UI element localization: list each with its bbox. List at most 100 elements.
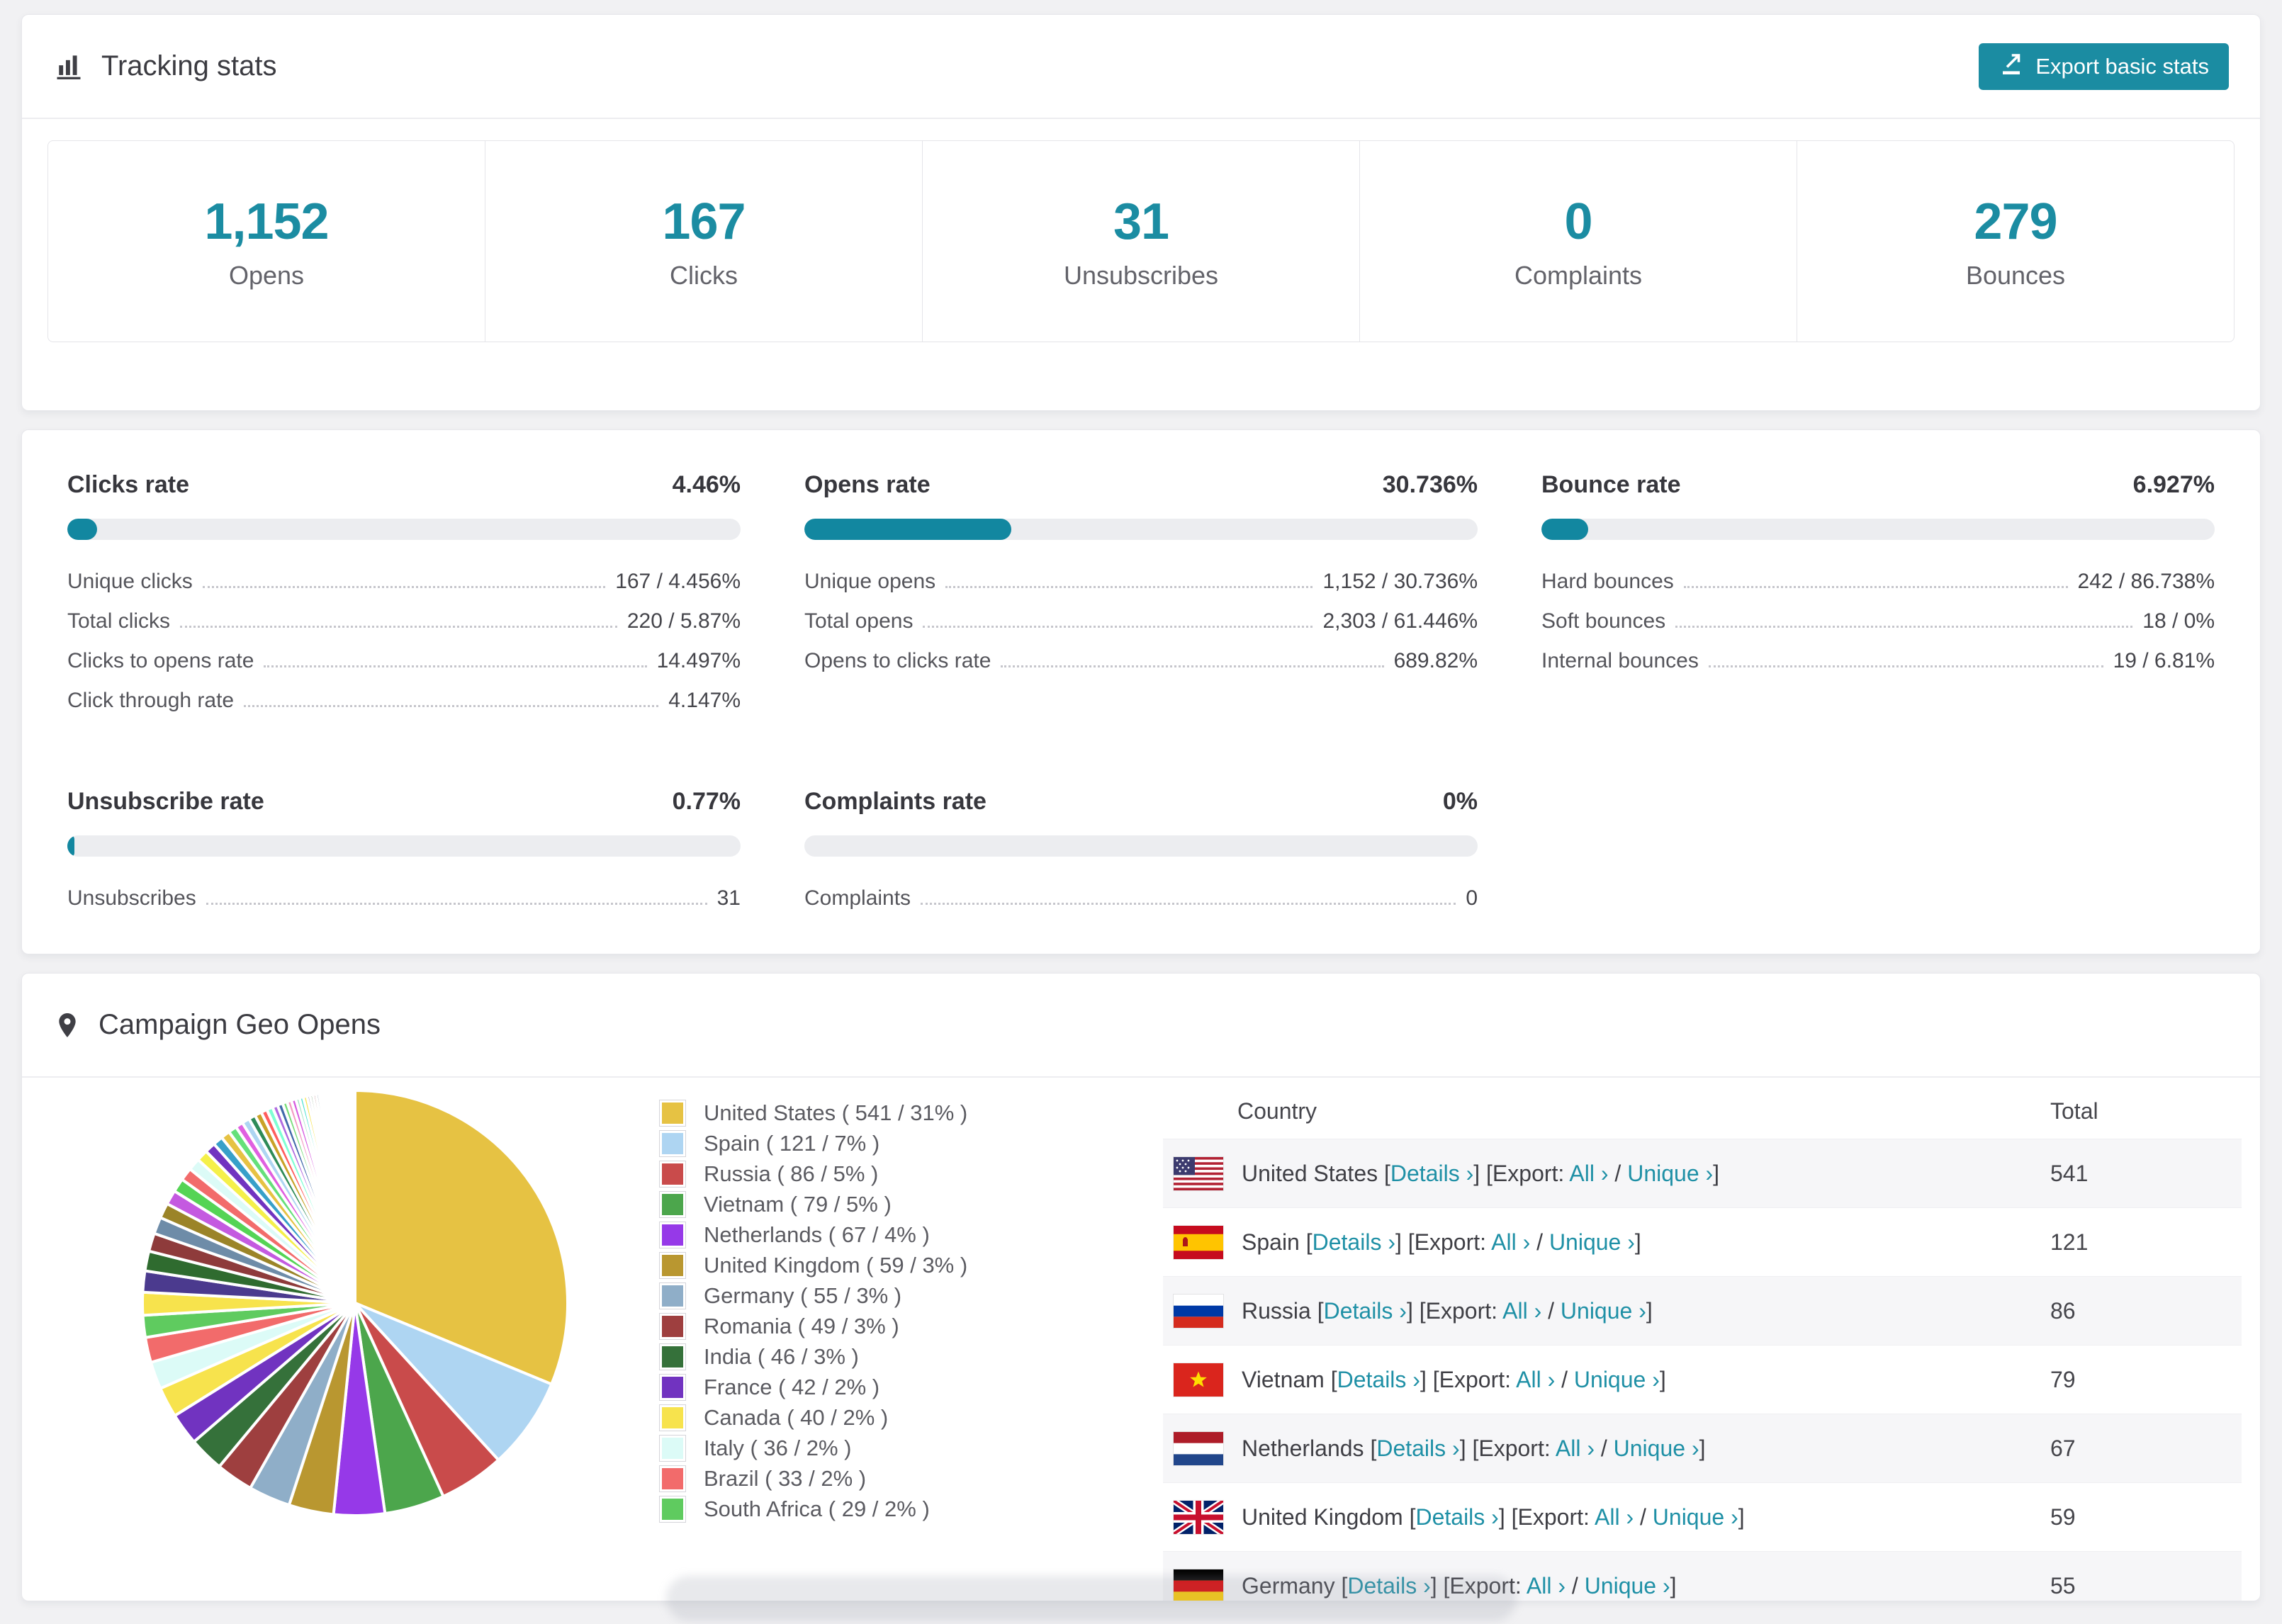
details-link[interactable]: Details › [1415,1504,1498,1530]
progress-fill-bounce-rate [1541,519,1588,540]
stat-card-clicks: 167 Clicks [485,141,922,342]
details-link[interactable]: Details › [1313,1229,1395,1255]
metric-label-total-opens: Total opens [804,609,914,633]
rate-block-unsubscribe-rate: Unsubscribe rate 0.77% Unsubscribes 31 [67,788,741,926]
metric-row-unique-clicks: Unique clicks 167 / 4.456% [67,570,741,609]
legend-item-canada: Canada ( 40 / 2% ) [659,1402,993,1433]
stats-summary-row: 1,152 Opens 167 Clicks 31 Unsubscribes 0 Compla… [47,140,2235,342]
geo-table-rows: United States [Details ›] [Export: All ›… [1163,1139,2242,1601]
dotted-leader [1675,626,2133,628]
table-row-russia: Russia [Details ›] [Export: All › / Uniq… [1163,1276,2242,1345]
metric-label-unique-opens: Unique opens [804,570,936,593]
metric-value-unique-opens: 1,152 / 30.736% [1322,570,1478,593]
dotted-leader [244,705,659,707]
legend-swatch-france [659,1373,686,1401]
legend-item-france: France ( 42 / 2% ) [659,1372,993,1402]
progress-bar-opens-rate [804,519,1478,540]
export-unique-link[interactable]: Unique › [1561,1298,1646,1324]
export-unique-link[interactable]: Unique › [1614,1436,1699,1461]
rate-head-opens-rate: Opens rate 30.736% [804,471,1478,499]
legend-swatch-vietnam [659,1190,686,1218]
country-name: Russia [1242,1297,1317,1324]
export-unique-link[interactable]: Unique › [1574,1367,1660,1392]
total-cell-vietnam: 79 [2050,1366,2076,1392]
flag-nl-icon [1174,1431,1223,1465]
metric-label-total-clicks: Total clicks [67,609,171,633]
tracking-stats-title-text: Tracking stats [101,50,277,81]
details-link[interactable]: Details › [1376,1436,1459,1461]
rate-head-complaints-rate: Complaints rate 0% [804,788,1478,816]
rate-head-clicks-rate: Clicks rate 4.46% [67,471,741,499]
geo-opens-pie-chart [141,1088,569,1517]
legend-swatch-south-africa [659,1495,686,1523]
legend-swatch-united-states [659,1099,686,1127]
legend-label-romania: Romania ( 49 / 3% ) [704,1313,899,1338]
horizontal-scrollbar-thumb[interactable] [666,1576,1517,1621]
details-link[interactable]: Details › [1337,1367,1420,1392]
legend-swatch-brazil [659,1465,686,1492]
rate-block-clicks-rate: Clicks rate 4.46% Unique clicks 167 / 4.456… [67,471,741,728]
rate-head-bounce-rate: Bounce rate 6.927% [1541,471,2215,499]
rate-value-opens-rate: 30.736% [1382,471,1478,498]
tracking-stats-title: Tracking stats [53,50,276,82]
rate-title-bounce-rate: Bounce rate [1541,471,1681,498]
dotted-leader [202,586,606,588]
country-cell-united-kingdom: United Kingdom [Details ›] [Export: All … [1242,1504,1745,1530]
export-all-link[interactable]: All › [1569,1161,1608,1186]
rate-value-bounce-rate: 6.927% [2132,471,2215,498]
export-all-link[interactable]: All › [1527,1573,1566,1598]
progress-fill-clicks-rate [67,519,98,540]
metric-label-click-through-rate: Click through rate [67,689,235,712]
stat-card-complaints: 0 Complaints [1359,141,1797,342]
export-all-link[interactable]: All › [1491,1229,1530,1255]
dotted-leader [921,903,1456,905]
legend-item-united-kingdom: United Kingdom ( 59 / 3% ) [659,1250,993,1280]
export-unique-link[interactable]: Unique › [1627,1161,1713,1186]
export-unique-link[interactable]: Unique › [1585,1573,1670,1598]
export-all-link[interactable]: All › [1516,1367,1555,1392]
export-unique-link[interactable]: Unique › [1653,1504,1738,1530]
rate-head-unsubscribe-rate: Unsubscribe rate 0.77% [67,788,741,816]
legend-item-romania: Romania ( 49 / 3% ) [659,1311,993,1341]
metric-label-complaints: Complaints [804,886,911,910]
flag-gb-icon [1174,1500,1223,1534]
details-link[interactable]: Details › [1324,1298,1407,1324]
stat-label-bounces: Bounces [1965,260,2066,290]
legend-swatch-netherlands [659,1221,686,1248]
metric-row-unsubscribes: Unsubscribes 31 [67,886,741,926]
rate-title-clicks-rate: Clicks rate [67,471,189,498]
metric-value-unique-clicks: 167 / 4.456% [615,570,741,593]
legend-swatch-russia [659,1160,686,1188]
metric-value-total-opens: 2,303 / 61.446% [1322,609,1478,633]
stat-label-opens: Opens [228,260,305,290]
metric-value-complaints: 0 [1466,886,1478,910]
export-all-link[interactable]: All › [1595,1504,1634,1530]
stat-label-clicks: Clicks [670,260,738,290]
legend-item-united-states: United States ( 541 / 31% ) [659,1098,993,1128]
legend-swatch-italy [659,1434,686,1462]
legend-label-netherlands: Netherlands ( 67 / 4% ) [704,1222,930,1247]
legend-item-vietnam: Vietnam ( 79 / 5% ) [659,1189,993,1219]
metric-label-soft-bounces: Soft bounces [1541,609,1666,633]
geo-table-header: Country Total [1163,1083,2242,1139]
metric-row-total-opens: Total opens 2,303 / 61.446% [804,609,1478,649]
export-unique-link[interactable]: Unique › [1549,1229,1635,1255]
export-basic-stats-button[interactable]: Export basic stats [1979,43,2229,90]
stat-value-opens: 1,152 [204,193,329,250]
table-row-united-kingdom: United Kingdom [Details ›] [Export: All … [1163,1482,2242,1551]
details-link[interactable]: Details › [1390,1161,1473,1186]
progress-bar-complaints-rate [804,835,1478,857]
total-cell-united-kingdom: 59 [2050,1504,2076,1530]
export-all-link[interactable]: All › [1502,1298,1541,1324]
legend-swatch-germany [659,1282,686,1309]
tracking-stats-header: Tracking stats Export basic stats [22,15,2260,119]
legend-item-russia: Russia ( 86 / 5% ) [659,1158,993,1189]
metric-value-click-through-rate: 4.147% [668,689,741,712]
progress-bar-bounce-rate [1541,519,2215,540]
legend-swatch-canada [659,1404,686,1431]
legend-swatch-romania [659,1312,686,1340]
metric-label-internal-bounces: Internal bounces [1541,649,1699,672]
country-name: Netherlands [1242,1435,1371,1461]
export-all-link[interactable]: All › [1556,1436,1595,1461]
metric-row-unique-opens: Unique opens 1,152 / 30.736% [804,570,1478,609]
